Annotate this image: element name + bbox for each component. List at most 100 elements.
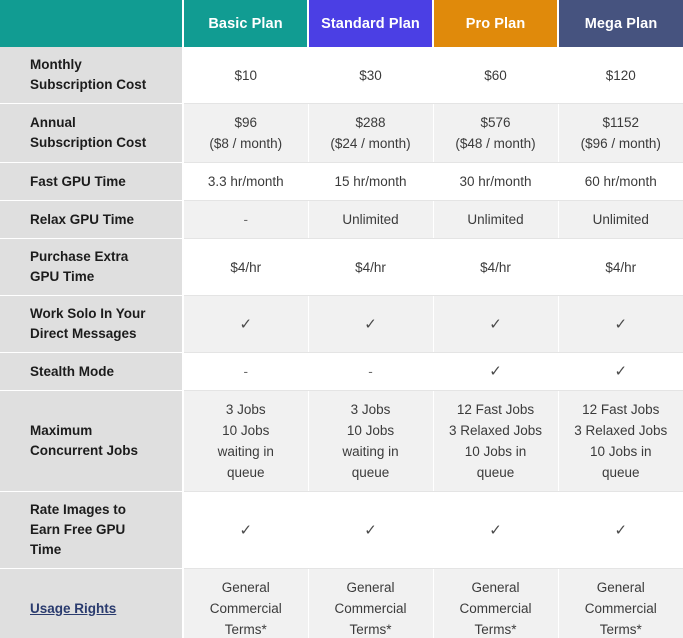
plan-value-cell: $4/hr (308, 238, 434, 296)
check-icon: ✓ (489, 315, 502, 333)
usage-rights-link[interactable]: Usage Rights (30, 599, 168, 619)
header-plan-standard: Standard Plan (308, 0, 434, 47)
plan-value-cell: General Commercial Terms* (308, 568, 434, 638)
feature-label-text: Annual Subscription Cost (30, 113, 168, 153)
plan-value-line: 12 Fast Jobs (582, 402, 660, 417)
feature-label-line: Work Solo In Your (30, 306, 146, 321)
plan-value-text: ✓ (440, 314, 552, 335)
check-icon: ✓ (364, 315, 377, 333)
feature-label-line: Direct Messages (30, 326, 137, 341)
plan-value-cell: $288 ($24 / month) (308, 103, 434, 163)
plan-value-line: $1152 (602, 115, 640, 130)
plan-value-cell: General Commercial Terms* (183, 568, 309, 638)
plan-value-text: 12 Fast Jobs 3 Relaxed Jobs 10 Jobs in queu… (565, 399, 678, 483)
plan-value-text: ✓ (565, 520, 678, 541)
plan-value-line: $4/hr (355, 259, 386, 275)
plan-value-cell: ✓ (433, 491, 559, 569)
table-row: Work Solo In Your Direct Messages ✓ ✓ ✓ ✓ (0, 295, 683, 353)
plan-value-line: Unlimited (342, 212, 399, 227)
feature-label-line: Time (30, 542, 62, 557)
plan-value-text: 3 Jobs 10 Jobs waiting in queue (190, 399, 302, 483)
plan-value-line: queue (226, 465, 265, 480)
pricing-comparison-table: Basic Plan Standard Plan Pro Plan Mega P… (0, 0, 683, 638)
plan-value-cell: - (183, 200, 309, 239)
plan-value-line: $30 (359, 67, 382, 83)
plan-value-line: $4/hr (230, 259, 262, 275)
check-icon: ✓ (489, 363, 502, 380)
plan-value-text: $4/hr (565, 257, 678, 278)
plan-value-line: ($24 / month) (330, 136, 411, 151)
plan-value-text: Unlimited (565, 209, 678, 230)
plan-value-line: 10 Jobs (346, 423, 395, 438)
check-icon: ✓ (239, 315, 253, 333)
table-header: Basic Plan Standard Plan Pro Plan Mega P… (0, 0, 683, 47)
plan-value-cell: General Commercial Terms* (558, 568, 683, 638)
feature-label-cell: Purchase Extra GPU Time (0, 238, 184, 296)
feature-label-line: Maximum (30, 423, 93, 438)
plan-value-cell: 15 hr/month (308, 162, 434, 201)
plan-value-text: ✓ (565, 361, 678, 382)
plan-value-cell: 12 Fast Jobs 3 Relaxed Jobs 10 Jobs in queu… (433, 390, 559, 492)
plan-value-line: Commercial (584, 601, 657, 616)
check-icon: ✓ (489, 521, 502, 539)
header-plan-mega: Mega Plan (558, 0, 683, 47)
feature-label-line: GPU Time (30, 269, 95, 284)
plan-value-line: queue (601, 465, 640, 480)
feature-label-line: Annual (30, 115, 76, 130)
plan-value-line: 10 Jobs (222, 423, 270, 438)
feature-label-text: Stealth Mode (30, 362, 168, 382)
feature-label-line: Stealth Mode (30, 363, 115, 379)
plan-value-line: 3 Relaxed Jobs (574, 423, 668, 438)
feature-label-cell: Relax GPU Time (0, 200, 184, 239)
plan-value-text: - (315, 361, 427, 382)
plan-value-cell: - (183, 352, 309, 391)
plan-value-line: 3 Relaxed Jobs (448, 423, 543, 438)
plan-value-text: 15 hr/month (315, 171, 427, 192)
plan-value-text: General Commercial Terms* (440, 577, 552, 638)
feature-label-cell[interactable]: Usage Rights (0, 568, 184, 638)
plan-value-cell: Unlimited (308, 200, 434, 239)
feature-label-text: Work Solo In Your Direct Messages (30, 304, 168, 344)
check-icon: ✓ (614, 363, 628, 380)
table-row: Usage Rights General Commercial Terms* Gener… (0, 568, 683, 638)
plan-value-cell: Unlimited (433, 200, 559, 239)
plan-value-line: 3.3 hr/month (207, 174, 284, 189)
check-icon: ✓ (239, 521, 253, 539)
plan-value-cell: $4/hr (183, 238, 309, 296)
feature-label-text: Purchase Extra GPU Time (30, 247, 168, 287)
plan-value-line: queue (351, 465, 390, 480)
table-row: Relax GPU Time - Unlimited Unlimited Unlimit… (0, 200, 683, 239)
feature-label-cell: Annual Subscription Cost (0, 103, 184, 163)
plan-value-line: Commercial (209, 601, 282, 616)
plan-value-line: waiting in (217, 444, 274, 459)
plan-value-cell: $60 (433, 47, 559, 104)
header-plan-pro: Pro Plan (433, 0, 559, 47)
feature-label-line: Usage Rights (30, 600, 117, 616)
plan-value-line: $288 (355, 115, 386, 130)
plan-value-cell: Unlimited (558, 200, 683, 239)
header-corner-cell (0, 0, 184, 47)
plan-value-line: Unlimited (467, 212, 524, 227)
check-icon: ✓ (364, 521, 377, 539)
plan-value-text: $1152 ($96 / month) (565, 112, 678, 154)
feature-label-line: Monthly (30, 57, 82, 72)
plan-value-cell: $30 (308, 47, 434, 104)
plan-value-text: $10 (190, 65, 302, 86)
plan-value-line: 12 Fast Jobs (456, 402, 535, 417)
plan-value-line: queue (476, 465, 515, 480)
dash-icon: - (243, 212, 249, 227)
table-body: Monthly Subscription Cost $10 $30 $60 $120 Ann… (0, 47, 683, 638)
plan-value-line: Terms* (599, 622, 642, 637)
plan-value-cell: ✓ (433, 352, 559, 391)
plan-value-cell: $576 ($48 / month) (433, 103, 559, 163)
plan-value-cell: ✓ (558, 295, 683, 353)
plan-value-cell: $120 (558, 47, 683, 104)
plan-value-line: Terms* (349, 622, 392, 637)
plan-value-cell: $1152 ($96 / month) (558, 103, 683, 163)
feature-label-text: Relax GPU Time (30, 210, 168, 230)
plan-value-text: $4/hr (190, 257, 302, 278)
plan-value-line: General (346, 580, 395, 595)
plan-value-text: $30 (315, 65, 427, 86)
plan-value-line: 3 Jobs (225, 402, 266, 417)
plan-value-cell: 30 hr/month (433, 162, 559, 201)
